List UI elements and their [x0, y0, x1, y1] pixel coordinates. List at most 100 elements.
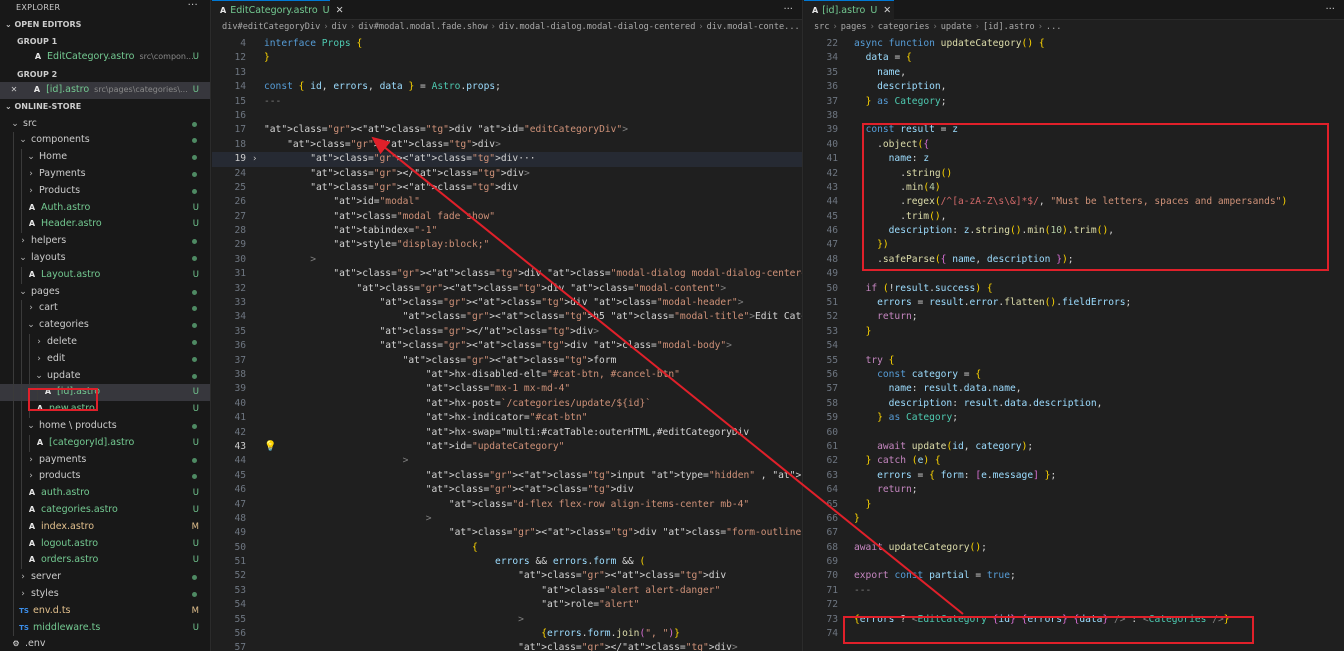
code-line[interactable]: 36 "at">class="gr"><"at">class="tg">div … [212, 339, 802, 353]
code-line[interactable]: 55 try { [804, 354, 1344, 368]
tree-item[interactable]: › styles [0, 585, 210, 603]
open-editor-item-id-astro[interactable]: ✕ A [id].astro src\pages\categories\... U [0, 81, 210, 99]
code-line[interactable]: 45 "at">class="gr"><"at">class="tg">inpu… [212, 469, 802, 483]
code-line[interactable]: 50 { [212, 541, 802, 555]
code-line[interactable]: 52 return; [804, 310, 1344, 324]
code-line[interactable]: 59 } as Category; [804, 411, 1344, 425]
code-line[interactable]: 14 const { id, errors, data } = Astro.pro… [212, 80, 802, 94]
code-line[interactable]: 65 } [804, 498, 1344, 512]
tree-item[interactable]: ⌄ layouts [0, 249, 210, 267]
code-line[interactable]: 35 name, [804, 66, 1344, 80]
code-line[interactable]: 41 "at">hx-indicator="#cat-btn" [212, 411, 802, 425]
code-line[interactable]: 47 "at">class="d-flex flex-row align-ite… [212, 498, 802, 512]
open-editor-item-editcategory[interactable]: A EditCategory.astro src\compon... U [0, 49, 210, 66]
code-line[interactable]: 67 [804, 526, 1344, 540]
code-line[interactable]: 55 > [212, 613, 802, 627]
code-line[interactable]: 17 "at">class="gr"><"at">class="tg">div "… [212, 123, 802, 137]
code-line[interactable]: 48 > [212, 512, 802, 526]
tree-item[interactable]: ⌄ home \ products [0, 417, 210, 435]
lightbulb-icon[interactable]: 💡 [264, 440, 276, 454]
breadcrumb-item[interactable]: update [941, 22, 972, 32]
tree-item[interactable]: › edit [0, 350, 210, 368]
code-line[interactable]: 42 "at">hx-swap="multi:#catTable:outerHT… [212, 426, 802, 440]
code-line[interactable]: 51 errors = result.error.flatten().field… [804, 296, 1344, 310]
tree-item[interactable]: › server [0, 569, 210, 586]
tree-item[interactable]: ⌄ pages [0, 283, 210, 301]
code-line[interactable]: 34 data = { [804, 51, 1344, 65]
tree-item[interactable]: Aindex.astro M [0, 518, 210, 536]
code-line[interactable]: 13 [212, 66, 802, 80]
code-line[interactable]: 43 "at">id="updateCategory" 💡 [212, 440, 802, 454]
editor-more-icon[interactable]: ··· [783, 4, 793, 15]
breadcrumb-item[interactable]: div [332, 22, 348, 32]
code-line[interactable]: 62 } catch (e) { [804, 454, 1344, 468]
code-line[interactable]: 57 "at">class="gr"></"at">class="tg">div… [212, 641, 802, 651]
tree-item[interactable]: Alogout.astro U [0, 535, 210, 553]
code-line[interactable]: 57 name: result.data.name, [804, 382, 1344, 396]
code-line[interactable]: 51 errors && errors.form && ( [212, 555, 802, 569]
code-line[interactable]: 54 "at">role="alert" [212, 598, 802, 612]
code-line[interactable]: 15 --- [212, 95, 802, 109]
code-line[interactable]: 22 async function updateCategory() { [804, 37, 1344, 51]
code-line[interactable]: 38 [804, 109, 1344, 123]
code-line[interactable]: 4 interface Props { [212, 37, 802, 51]
tree-item[interactable]: ⌄ components [0, 132, 210, 150]
close-icon[interactable]: ✕ [883, 5, 891, 16]
editor-more-icon[interactable]: ··· [1325, 4, 1335, 15]
code-line[interactable]: 50 if (!result.success) { [804, 282, 1344, 296]
tree-item[interactable]: › payments [0, 451, 210, 469]
code-line[interactable]: 70 export const partial = true; [804, 569, 1344, 583]
tab-id-astro[interactable]: A [id].astro U ✕ [804, 0, 894, 20]
code-line[interactable]: 12} [212, 51, 802, 65]
code-line[interactable]: 26 "at">id="modal" [212, 195, 802, 209]
code-line[interactable]: 49 "at">class="gr"><"at">class="tg">div … [212, 526, 802, 540]
code-line[interactable]: 16 [212, 109, 802, 123]
tree-item[interactable]: › cart [0, 300, 210, 318]
code-line[interactable]: 54 [804, 339, 1344, 353]
breadcrumb-item[interactable]: div.modal-conte... [707, 22, 800, 32]
tree-item[interactable]: Acategories.astro U [0, 501, 210, 519]
code-line[interactable]: 29 "at">style="display:block;" [212, 238, 802, 252]
tree-item[interactable]: › delete [0, 333, 210, 351]
code-line[interactable]: 39 "at">class="mx-1 mx-md-4" [212, 382, 802, 396]
breadcrumb-item[interactable]: ... [1046, 22, 1062, 32]
close-icon[interactable]: ✕ [336, 5, 344, 16]
code-line[interactable]: 46 "at">class="gr"><"at">class="tg">div [212, 483, 802, 497]
fold-chevron-icon[interactable]: › [252, 152, 257, 166]
code-line[interactable]: 19 "at">class="gr"><"at">class="tg">div·… [212, 152, 802, 167]
code-line[interactable]: 61 await update(id, category); [804, 440, 1344, 454]
open-editors-header[interactable]: ⌄ OPEN EDITORS [0, 16, 210, 33]
code-area[interactable]: 4 interface Props {12} 13 14 const { id, err… [212, 37, 802, 651]
code-line[interactable]: 56 {errors.form.join(", ")} [212, 627, 802, 641]
tree-item[interactable]: A [categoryId].astro U [0, 434, 210, 452]
tree-item[interactable]: › products [0, 468, 210, 486]
tree-item[interactable]: › Products [0, 182, 210, 200]
breadcrumb-item[interactable]: [id].astro [983, 22, 1035, 32]
tree-item[interactable]: A Layout.astro U [0, 266, 210, 284]
breadcrumb-item[interactable]: div#modal.modal.fade.show [358, 22, 487, 32]
code-line[interactable]: 60 [804, 426, 1344, 440]
code-line[interactable]: 53 "at">class="alert alert-danger" [212, 584, 802, 598]
close-icon[interactable]: ✕ [8, 82, 20, 99]
project-header[interactable]: ⌄ ONLINE-STORE [0, 99, 210, 116]
code-line[interactable]: 31 "at">class="gr"><"at">class="tg">div … [212, 267, 802, 281]
tree-item[interactable]: Aauth.astro U [0, 485, 210, 502]
tree-item[interactable]: A Auth.astro U [0, 199, 210, 217]
tree-item[interactable]: A Header.astro U [0, 216, 210, 234]
code-line[interactable]: 25 "at">class="gr"><"at">class="tg">div [212, 181, 802, 195]
code-line[interactable]: 52 "at">class="gr"><"at">class="tg">div [212, 569, 802, 583]
code-line[interactable]: 18 "at">class="gr"><"at">class="tg">div> [212, 138, 802, 152]
code-line[interactable]: 58 description: result.data.description, [804, 397, 1344, 411]
breadcrumb-item[interactable]: src [814, 22, 830, 32]
breadcrumb-item[interactable]: categories [878, 22, 930, 32]
code-line[interactable]: 37 } as Category; [804, 95, 1344, 109]
code-line[interactable]: 72 [804, 598, 1344, 612]
code-line[interactable]: 40 "at">hx-post=`/categories/update/${id… [212, 397, 802, 411]
code-line[interactable]: 66} [804, 512, 1344, 526]
code-line[interactable]: 36 description, [804, 80, 1344, 94]
code-line[interactable]: 71 --- [804, 584, 1344, 598]
tree-item[interactable]: Aorders.astro U [0, 552, 210, 570]
code-line[interactable]: 24 "at">class="gr"></"at">class="tg">div… [212, 167, 802, 181]
code-line[interactable]: 53 } [804, 325, 1344, 339]
code-line[interactable]: 27 "at">class="modal fade show" [212, 210, 802, 224]
